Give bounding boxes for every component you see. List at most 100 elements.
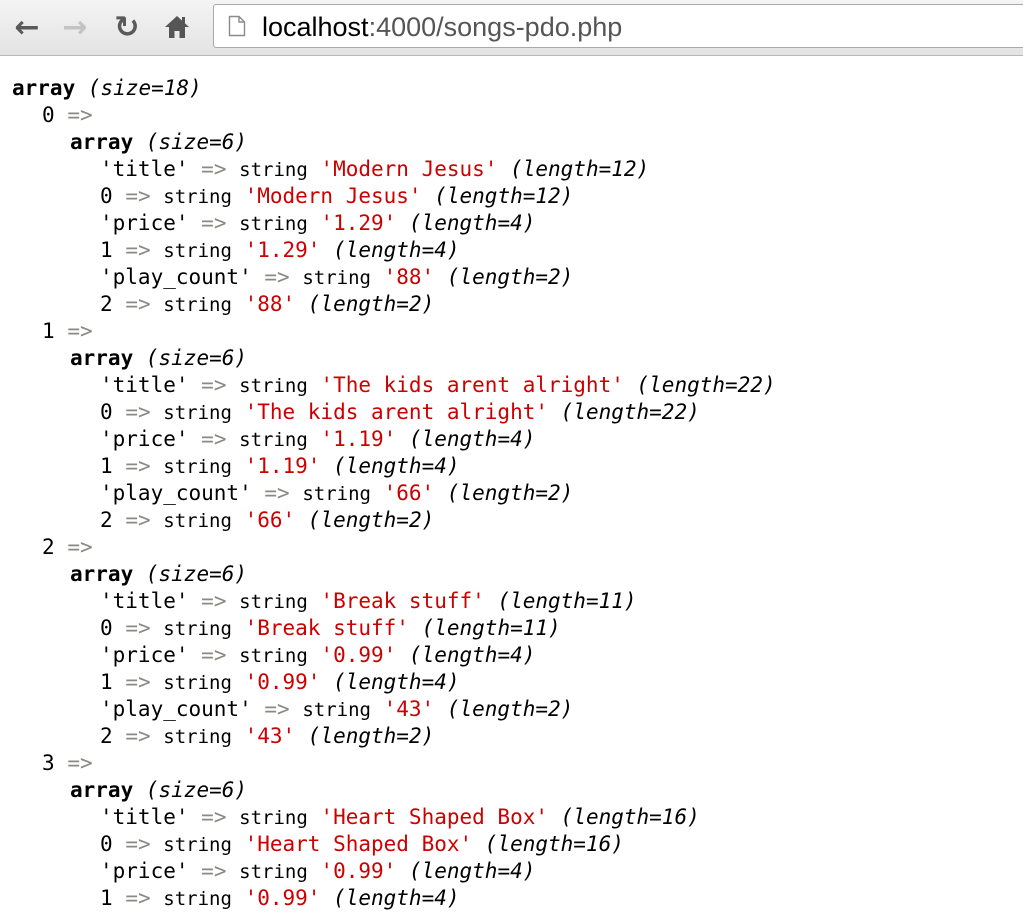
entry-key: 1	[100, 886, 113, 910]
entry-key: 0	[100, 184, 113, 208]
array-entry-line: 'price' => string '1.29' (length=4)	[100, 209, 535, 237]
arrow-operator: =>	[201, 805, 227, 829]
arrow-operator: =>	[125, 508, 151, 532]
value-type-label: string	[302, 699, 371, 721]
array-size-label: (size=6)	[145, 130, 248, 154]
array-index-line: 3 =>	[42, 749, 93, 777]
string-length-label: (length=4)	[408, 859, 536, 883]
string-value: 'The kids arent alright'	[244, 400, 548, 424]
entry-key: 0	[100, 400, 113, 424]
arrow-operator: =>	[125, 724, 151, 748]
forward-arrow-icon[interactable]: →	[58, 9, 92, 45]
string-value: '0.99'	[320, 859, 397, 883]
arrow-operator: =>	[125, 184, 151, 208]
array-entry-line: 'play_count' => string '88' (length=2)	[100, 263, 573, 291]
string-length-label: (length=4)	[333, 670, 460, 694]
entry-key: 'title'	[100, 805, 189, 829]
entry-key: 'play_count'	[100, 697, 252, 721]
string-length-label: (length=12)	[434, 184, 574, 208]
array-entry-line: 'title' => string 'Heart Shaped Box' (le…	[100, 803, 700, 831]
value-type-label: string	[163, 294, 232, 316]
arrow-operator: =>	[201, 157, 227, 181]
arrow-operator: =>	[125, 238, 151, 262]
string-value: '1.19'	[244, 454, 321, 478]
value-type-label: string	[302, 483, 371, 505]
array-size-label: (size=6)	[145, 346, 248, 370]
array-entry-line: 'play_count' => string '66' (length=2)	[100, 479, 573, 507]
value-type-label: string	[163, 510, 232, 532]
array-type-label: array	[12, 76, 76, 100]
arrow-operator: =>	[125, 616, 151, 640]
string-value: 'The kids arent alright'	[320, 373, 624, 397]
value-type-label: string	[163, 888, 232, 910]
entry-key: 'title'	[100, 589, 189, 613]
value-type-label: string	[163, 834, 232, 856]
arrow-operator: =>	[201, 859, 227, 883]
value-type-label: string	[239, 429, 308, 451]
string-length-label: (length=2)	[307, 292, 435, 316]
value-type-label: string	[163, 240, 232, 262]
string-length-label: (length=2)	[307, 508, 435, 532]
array-size-label: (size=6)	[145, 562, 248, 586]
array-entry-line: 0 => string 'Heart Shaped Box' (length=1…	[100, 830, 624, 858]
value-type-label: string	[239, 861, 308, 883]
array-entry-line: 'title' => string 'Break stuff' (length=…	[100, 587, 637, 615]
nested-array-header: array (size=6)	[70, 128, 247, 156]
array-entry-line: 0 => string 'Modern Jesus' (length=12)	[100, 182, 573, 210]
string-value: '0.99'	[244, 670, 321, 694]
string-length-label: (length=2)	[307, 724, 435, 748]
arrow-operator: =>	[201, 643, 227, 667]
array-type-label: array	[70, 562, 134, 586]
string-length-label: (length=2)	[446, 265, 574, 289]
arrow-operator: =>	[67, 535, 93, 559]
url-text: localhost:4000/songs-pdo.php	[262, 10, 622, 44]
string-length-label: (length=16)	[484, 832, 624, 856]
reload-icon[interactable]: ↻	[110, 9, 144, 45]
array-entry-line: 'title' => string 'Modern Jesus' (length…	[100, 155, 649, 183]
arrow-operator: =>	[125, 454, 151, 478]
string-value: '43'	[244, 724, 296, 748]
entry-key: 'price'	[100, 643, 189, 667]
array-entry-line: 2 => string '66' (length=2)	[100, 506, 434, 534]
entry-key: 2	[100, 508, 113, 532]
arrow-operator: =>	[201, 427, 227, 451]
value-type-label: string	[239, 213, 308, 235]
arrow-operator: =>	[125, 292, 151, 316]
entry-key: 0	[100, 832, 113, 856]
arrow-operator: =>	[264, 265, 290, 289]
array-index: 1	[42, 319, 55, 343]
array-entry-line: 'price' => string '0.99' (length=4)	[100, 857, 535, 885]
value-type-label: string	[239, 645, 308, 667]
array-entry-line: 1 => string '1.19' (length=4)	[100, 452, 460, 480]
array-entry-line: 2 => string '43' (length=2)	[100, 722, 434, 750]
home-icon[interactable]	[160, 9, 194, 45]
array-index-line: 2 =>	[42, 533, 93, 561]
back-arrow-icon[interactable]: ←	[10, 9, 44, 45]
value-type-label: string	[239, 591, 308, 613]
arrow-operator: =>	[125, 832, 151, 856]
entry-key: 2	[100, 724, 113, 748]
entry-key: 'play_count'	[100, 265, 252, 289]
string-value: '88'	[383, 265, 435, 289]
entry-key: 'play_count'	[100, 481, 252, 505]
entry-key: 0	[100, 616, 113, 640]
string-length-label: (length=4)	[333, 238, 460, 262]
value-type-label: string	[302, 267, 371, 289]
value-type-label: string	[163, 402, 232, 424]
array-entry-line: 'title' => string 'The kids arent alrigh…	[100, 371, 776, 399]
array-index: 3	[42, 751, 55, 775]
string-value: 'Modern Jesus'	[320, 157, 498, 181]
entry-key: 'title'	[100, 157, 189, 181]
string-length-label: (length=11)	[497, 589, 637, 613]
value-type-label: string	[163, 456, 232, 478]
string-length-label: (length=2)	[446, 697, 574, 721]
string-length-label: (length=4)	[408, 427, 536, 451]
array-entry-line: 'price' => string '1.19' (length=4)	[100, 425, 535, 453]
string-value: '0.99'	[320, 643, 397, 667]
address-bar[interactable]: localhost:4000/songs-pdo.php	[213, 4, 1023, 48]
array-type-label: array	[70, 346, 134, 370]
arrow-operator: =>	[67, 103, 93, 127]
string-value: 'Break stuff'	[244, 616, 409, 640]
string-value: '43'	[383, 697, 435, 721]
array-entry-line: 1 => string '0.99' (length=4)	[100, 884, 460, 912]
